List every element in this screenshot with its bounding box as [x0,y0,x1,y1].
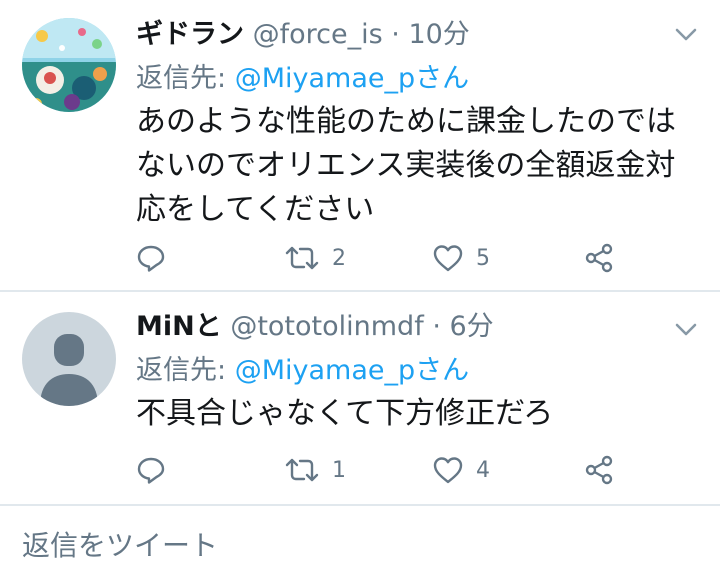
share-icon [585,455,613,485]
reply-mention-link[interactable]: @Miyamae_pさん [235,63,469,94]
retweet-icon [285,458,319,482]
retweet-button[interactable]: 1 [284,450,346,490]
reply-button[interactable] [136,238,166,278]
like-icon [433,245,463,272]
like-icon [433,457,463,484]
retweet-count: 1 [332,457,346,483]
like-button[interactable]: 4 [432,450,490,490]
tweet-header: MiNと @tototolinmdf · 6分 [136,310,660,344]
display-name[interactable]: ギドラン [136,19,244,50]
share-button[interactable] [584,238,614,278]
timestamp[interactable]: 10分 [408,19,469,50]
tweet-actions: 2 5 [136,238,636,278]
reply-context: 返信先: @Miyamae_pさん [136,62,469,96]
reply-icon [137,457,165,484]
share-button[interactable] [584,450,614,490]
tweet-text: あのような性能のために課金したのではないのでオリエンス実装後の全額返金対応をして… [136,104,676,227]
tweet-text: 不具合じゃなくて下方修正だろ [136,396,554,431]
reply-compose-input[interactable]: 返信をツイート [22,526,218,566]
reply-prefix: 返信先: [136,355,227,386]
avatar[interactable] [22,18,116,112]
chevron-down-icon[interactable] [674,27,698,43]
retweet-icon [285,246,319,270]
separator-dot: · [391,19,400,50]
divider [0,504,720,506]
like-count: 5 [476,245,490,271]
retweet-count: 2 [332,245,346,271]
handle[interactable]: @tototolinmdf [230,311,423,342]
reply-prefix: 返信先: [136,63,227,94]
reply-button[interactable] [136,450,166,490]
retweet-button[interactable]: 2 [284,238,346,278]
like-button[interactable]: 5 [432,238,490,278]
chevron-down-icon[interactable] [674,322,698,338]
display-name[interactable]: MiNと [136,311,222,342]
handle[interactable]: @force_is [253,19,383,50]
avatar[interactable] [22,312,116,406]
tweet-header: ギドラン @force_is · 10分 [136,18,660,52]
separator-dot: · [432,311,441,342]
timestamp[interactable]: 6分 [450,311,494,342]
share-icon [585,243,613,273]
like-count: 4 [476,457,490,483]
reply-mention-link[interactable]: @Miyamae_pさん [235,355,469,386]
reply-icon [137,245,165,272]
reply-context: 返信先: @Miyamae_pさん [136,354,469,388]
tweet-actions: 1 4 [136,450,636,490]
tweet[interactable]: ギドラン @force_is · 10分 返信先: @Miyamae_pさん あ… [0,0,720,290]
tweet[interactable]: MiNと @tototolinmdf · 6分 返信先: @Miyamae_pさ… [0,292,720,504]
